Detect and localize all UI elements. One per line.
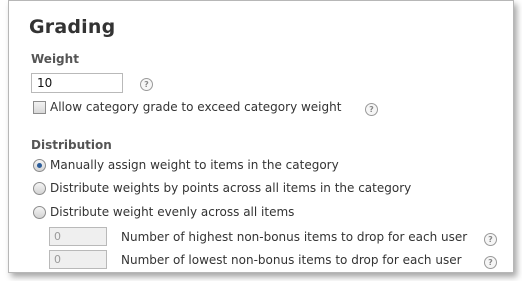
drop-lowest-input[interactable] xyxy=(49,250,107,269)
radio-manual-weight[interactable] xyxy=(33,159,46,172)
help-icon[interactable]: ? xyxy=(365,103,378,116)
grading-panel: Grading Weight ? Allow category grade to… xyxy=(8,0,514,273)
weight-label: Weight xyxy=(31,52,79,66)
help-icon[interactable]: ? xyxy=(484,256,497,269)
radio-distribute-evenly-label: Distribute weight evenly across all item… xyxy=(50,205,295,219)
radio-distribute-evenly[interactable] xyxy=(33,206,46,219)
radio-distribute-by-points-label: Distribute weights by points across all … xyxy=(50,181,412,195)
weight-input[interactable] xyxy=(31,73,123,93)
radio-manual-weight-label: Manually assign weight to items in the c… xyxy=(50,158,339,172)
radio-distribute-by-points[interactable] xyxy=(33,182,46,195)
help-icon[interactable]: ? xyxy=(140,78,153,91)
allow-exceed-checkbox[interactable] xyxy=(33,101,46,114)
drop-highest-input[interactable] xyxy=(49,227,107,246)
panel-title: Grading xyxy=(29,16,116,38)
allow-exceed-label: Allow category grade to exceed category … xyxy=(50,100,342,114)
drop-highest-label: Number of highest non-bonus items to dro… xyxy=(121,230,468,244)
help-icon[interactable]: ? xyxy=(484,233,497,246)
distribution-label: Distribution xyxy=(31,138,112,152)
drop-lowest-label: Number of lowest non-bonus items to drop… xyxy=(121,253,462,267)
